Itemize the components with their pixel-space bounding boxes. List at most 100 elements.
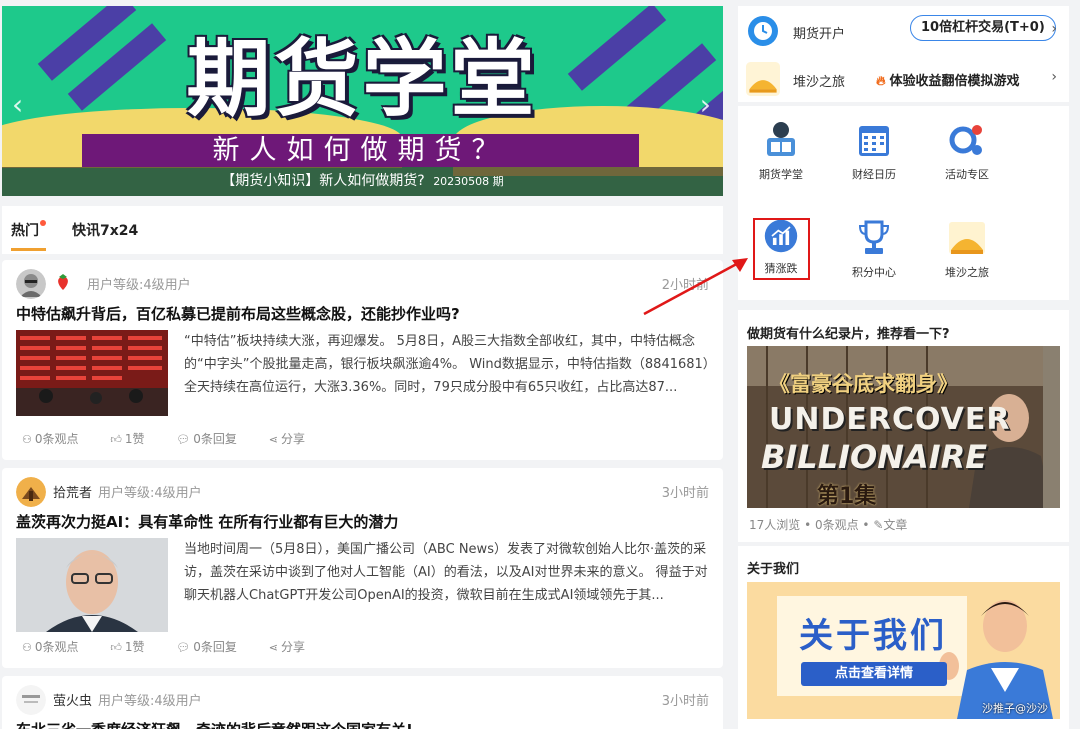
post-title[interactable]: 东北三省一季度经济狂飙，奇迹的背后竟然跟这个国家有关!: [16, 719, 413, 729]
about-banner-title: 关于我们: [799, 616, 947, 656]
share-icon: ⋖: [268, 641, 278, 654]
sand-pile-icon: [949, 222, 985, 254]
strawberry-icon: [58, 274, 68, 290]
grid-label: 堆沙之旅: [945, 266, 989, 279]
views-stat[interactable]: ⚇ 0条观点: [22, 432, 93, 446]
grid-item-sandbox[interactable]: 堆沙之旅: [935, 218, 999, 280]
post-thumbnail[interactable]: [16, 538, 168, 632]
avatar[interactable]: [16, 269, 46, 299]
post-title[interactable]: 盖茨再次力挺AI：具有革命性 在所有行业都有巨大的潜力: [16, 511, 398, 532]
watermark: 沙推子@沙沙: [982, 702, 1048, 715]
post-summary: 当地时间周一（5月8日），美国广播公司（ABC News）发表了对微软创始人比尔…: [184, 542, 708, 603]
replies-count: 0条回复: [193, 640, 237, 654]
share-icon: ⋖: [268, 433, 278, 446]
tab-hot-label: 热门: [11, 223, 39, 239]
post-title[interactable]: 中特估飙升背后，百亿私募已提前布局这些概念股，还能抄作业吗?: [16, 303, 460, 324]
views-count: 0条观点: [34, 432, 79, 446]
fire-icon: 🔥︎: [876, 74, 886, 89]
grid-item-activities[interactable]: 活动专区: [935, 120, 999, 182]
tab-hot[interactable]: 热门: [11, 220, 46, 251]
sand-pile-icon: [746, 62, 780, 96]
sandbox-row[interactable]: 堆沙之旅 🔥︎ 体验收益翻倍模拟游戏 ›: [746, 58, 1059, 98]
author-info: 萤火虫 用户等级:4级用户: [53, 690, 202, 709]
share-label: 分享: [280, 640, 305, 654]
feed-tabs: 热门 快讯7x24: [2, 206, 723, 254]
documentary-meta: 17人浏览 • 0条观点 • ✎文章: [749, 518, 908, 532]
book-reader-icon: [767, 122, 795, 156]
poster-en-title-1: UNDERCOVER: [769, 402, 1011, 437]
grid-label: 期货学堂: [759, 168, 803, 181]
hero-banner[interactable]: 期货学堂 新人如何做期货？ ‹ › 【期货小知识】新人如何做期货? 202305…: [2, 6, 723, 196]
post-stats: ⚇ 0条观点 👍︎ 1赞 💬︎ 0条回复 ⋖ 分享: [22, 638, 333, 655]
post-time: 3小时前: [661, 694, 709, 709]
chevron-right-icon: ›: [1051, 21, 1057, 37]
leverage-pill[interactable]: 10倍杠杆交易(T+0): [910, 15, 1056, 41]
feed-card[interactable]: 拾荒者 用户等级:4级用户 3小时前 盖茨再次力挺AI：具有革命性 在所有行业都有…: [2, 468, 723, 668]
post-thumbnail[interactable]: [16, 330, 168, 416]
share-button[interactable]: ⋖ 分享: [269, 432, 319, 446]
avatar[interactable]: [16, 477, 46, 507]
post-summary: “中特估”板块持续大涨，再迎爆发。 5月8日，A股三大指数全部收红，其中，中特估…: [184, 334, 710, 395]
author-info: 拾荒者 用户等级:4级用户: [53, 482, 202, 501]
grid-item-points-center[interactable]: 积分中心: [842, 218, 906, 280]
tab-flash-news[interactable]: 快讯7x24: [72, 220, 138, 240]
banner-caption-text: 【期货小知识】新人如何做期货?: [221, 173, 425, 189]
account-open-label: 期货开户: [793, 27, 846, 42]
poster-episode: 第1集: [817, 484, 877, 508]
views-count: 0条观点: [34, 640, 79, 654]
banner-caption[interactable]: 【期货小知识】新人如何做期货? 20230508 期: [2, 167, 723, 196]
banner-title: 期货学堂: [186, 30, 539, 128]
about-banner[interactable]: 关于我们 点击查看详情: [747, 582, 1060, 719]
likes-count: 1赞: [124, 640, 145, 654]
documentary-image[interactable]: 《富豪谷底求翻身》 UNDERCOVER BILLIONAIRE 第1集: [747, 346, 1060, 508]
poster-en-title-2: BILLIONAIRE: [761, 438, 988, 476]
reply-stat[interactable]: 💬︎ 0条回复: [176, 432, 251, 446]
feed-card[interactable]: 用户等级:4级用户 2小时前 中特估飙升背后，百亿私募已提前布局这些概念股，还能…: [2, 260, 723, 460]
views-icon: ⚇: [22, 641, 32, 654]
quick-links-panel: 期货开户 10倍杠杆交易(T+0) › 堆沙之旅 🔥︎ 体验收益翻倍模拟游戏 ›: [738, 6, 1069, 102]
sandbox-promo[interactable]: 🔥︎ 体验收益翻倍模拟游戏: [876, 70, 1020, 89]
author-name[interactable]: 拾荒者: [53, 486, 92, 501]
comment-icon: 💬︎: [176, 433, 191, 446]
account-open-row[interactable]: 期货开户 10倍杠杆交易(T+0) ›: [748, 10, 1059, 50]
view-details-button[interactable]: 点击查看详情: [801, 662, 947, 686]
grid-label: 积分中心: [852, 266, 896, 279]
banner-prev-icon[interactable]: ‹: [12, 88, 23, 121]
share-label: 分享: [280, 432, 305, 446]
comment-icon: 💬︎: [176, 641, 191, 654]
new-dot-icon: [40, 220, 46, 226]
about-title: 关于我们: [747, 562, 800, 577]
avatar[interactable]: [16, 685, 46, 715]
author-info: 用户等级:4级用户: [81, 274, 191, 293]
share-button[interactable]: ⋖ 分享: [269, 640, 319, 654]
grid-label: 财经日历: [852, 168, 896, 181]
like-stat[interactable]: 👍︎ 1赞: [110, 640, 158, 654]
grid-item-calendar[interactable]: 财经日历: [842, 120, 906, 182]
trophy-icon: [858, 220, 890, 254]
views-stat[interactable]: ⚇ 0条观点: [22, 640, 93, 654]
clock-icon: [748, 16, 778, 46]
post-time: 3小时前: [661, 486, 709, 501]
grid-label: 活动专区: [945, 168, 989, 181]
poster-cn-title: 《富豪谷底求翻身》: [769, 372, 958, 396]
calendar-icon: [859, 126, 889, 156]
sandbox-label: 堆沙之旅: [793, 75, 846, 90]
like-stat[interactable]: 👍︎ 1赞: [110, 432, 158, 446]
replies-count: 0条回复: [193, 432, 237, 446]
feed-card[interactable]: 萤火虫用户等级:4级用户 3小时前 东北三省一季度经济狂飙，奇迹的背后竟然跟这个…: [2, 676, 723, 729]
sandbox-promo-text: 体验收益翻倍模拟游戏: [889, 74, 1020, 89]
reply-stat[interactable]: 💬︎ 0条回复: [176, 640, 251, 654]
grid-item-futures-school[interactable]: 期货学堂: [749, 120, 813, 182]
chevron-right-icon: ›: [1051, 69, 1057, 85]
likes-count: 1赞: [124, 432, 145, 446]
author-name[interactable]: 萤火虫: [53, 694, 92, 709]
views-icon: ⚇: [22, 433, 32, 446]
thumbs-up-icon: 👍︎: [110, 641, 122, 654]
banner-caption-date: 20230508 期: [433, 175, 504, 188]
documentary-question[interactable]: 做期货有什么纪录片，推荐看一下?: [747, 323, 950, 342]
highlight-box: [753, 218, 810, 280]
user-level: 用户等级:4级用户: [98, 694, 202, 709]
banner-subtitle: 新人如何做期货？: [82, 134, 639, 167]
banner-next-icon[interactable]: ›: [700, 88, 711, 121]
post-stats: ⚇ 0条观点 👍︎ 1赞 💬︎ 0条回复 ⋖ 分享: [22, 430, 333, 447]
